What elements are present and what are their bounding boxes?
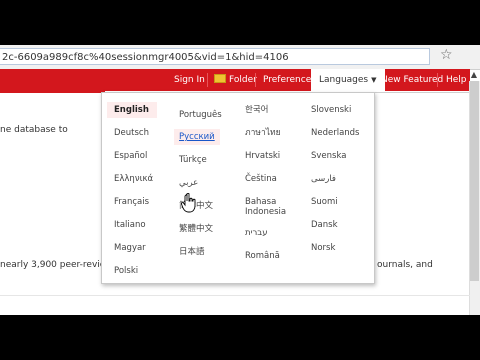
language-option-persian[interactable]: فارسی — [311, 174, 336, 184]
nav-divider — [437, 73, 438, 87]
language-option-polski[interactable]: Polski — [114, 266, 138, 276]
top-navigation: Sign In Folder Preferences Languages ▼ Ne… — [0, 69, 470, 91]
bookmark-star-icon[interactable]: ☆ — [440, 47, 453, 63]
content-divider — [0, 295, 470, 296]
language-option-slovenski[interactable]: Slovenski — [311, 105, 351, 115]
language-option-hrvatski[interactable]: Hrvatski — [245, 151, 280, 161]
language-option-greek[interactable]: Ελληνικά — [114, 174, 153, 184]
language-option-francais[interactable]: Français — [114, 197, 149, 207]
folder-icon — [214, 74, 226, 83]
language-option-romana[interactable]: Română — [245, 251, 280, 261]
page-text: ournals, and — [377, 260, 433, 270]
scrollbar-thumb[interactable] — [470, 81, 479, 281]
language-option-hebrew[interactable]: עברית — [245, 228, 268, 238]
url-field[interactable]: 2c-6609a989cf8c%40sessionmgr4005&vid=1&h… — [0, 48, 430, 65]
languages-menu-button[interactable]: Languages ▼ — [311, 69, 385, 91]
language-option-korean[interactable]: 한국어 — [245, 105, 268, 115]
language-option-italiano[interactable]: Italiano — [114, 220, 146, 230]
language-option-dansk[interactable]: Dansk — [311, 220, 338, 230]
preferences-link[interactable]: Preferences — [263, 69, 316, 91]
language-option-norsk[interactable]: Norsk — [311, 243, 335, 253]
folder-link[interactable]: Folder — [214, 69, 257, 91]
chevron-down-icon: ▼ — [371, 76, 377, 84]
language-option-magyar[interactable]: Magyar — [114, 243, 146, 253]
header-accent-line — [0, 91, 105, 93]
new-featured-link[interactable]: New Featured — [381, 69, 443, 91]
nav-divider — [207, 73, 208, 87]
language-option-arabic[interactable]: عربي — [179, 178, 198, 188]
language-option-svenska[interactable]: Svenska — [311, 151, 346, 161]
language-option-nederlands[interactable]: Nederlands — [311, 128, 360, 138]
language-option-deutsch[interactable]: Deutsch — [114, 128, 149, 138]
languages-dropdown: English Deutsch Español Ελληνικά Françai… — [101, 92, 375, 284]
language-option-cestina[interactable]: Čeština — [245, 174, 277, 184]
language-option-thai[interactable]: ภาษาไทย — [245, 128, 281, 138]
sign-in-link[interactable]: Sign In — [174, 69, 205, 91]
language-option-traditional-chinese[interactable]: 繁體中文 — [179, 224, 213, 234]
language-option-bahasa-indonesia[interactable]: Bahasa Indonesia — [245, 197, 305, 217]
folder-label: Folder — [229, 75, 257, 85]
language-option-espanol[interactable]: Español — [114, 151, 147, 161]
help-link[interactable]: Help — [446, 69, 467, 91]
hand-pointer-cursor-icon — [181, 193, 196, 213]
header-divider — [375, 92, 470, 93]
language-option-portugues[interactable]: Português — [179, 110, 222, 120]
address-bar: 2c-6609a989cf8c%40sessionmgr4005&vid=1&h… — [0, 45, 480, 70]
language-option-english[interactable]: English — [107, 102, 157, 118]
nav-divider — [255, 73, 256, 87]
language-option-russian[interactable]: Русский — [174, 129, 220, 145]
language-option-turkce[interactable]: Türkçe — [179, 155, 207, 165]
language-option-japanese[interactable]: 日本語 — [179, 247, 205, 257]
languages-label: Languages — [319, 75, 369, 85]
browser-viewport: 2c-6609a989cf8c%40sessionmgr4005&vid=1&h… — [0, 45, 480, 315]
page-text: ne database to — [0, 125, 68, 135]
language-option-suomi[interactable]: Suomi — [311, 197, 338, 207]
